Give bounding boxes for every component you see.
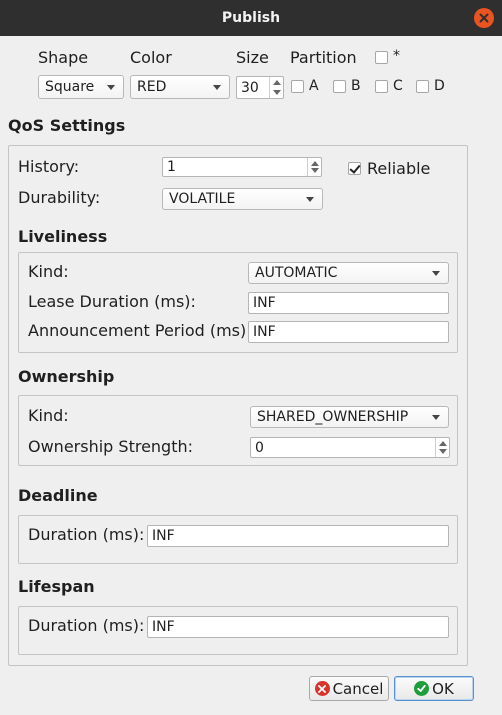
ok-button-label: OK xyxy=(432,679,454,698)
partition-c-label: C xyxy=(393,78,403,94)
durability-select[interactable]: VOLATILE xyxy=(162,188,323,210)
spin-up-icon[interactable] xyxy=(439,441,447,446)
color-select-value: RED xyxy=(137,79,167,95)
chevron-down-icon xyxy=(213,85,221,90)
reliable-checkbox[interactable] xyxy=(348,162,361,175)
size-spin-buttons[interactable] xyxy=(269,77,283,98)
durability-select-value: VOLATILE xyxy=(169,191,236,207)
ownership-strength-spin-buttons[interactable] xyxy=(435,438,449,457)
ownership-strength-value: 0 xyxy=(255,439,264,456)
shape-select-value: Square xyxy=(45,79,95,95)
cancel-button[interactable]: Cancel xyxy=(309,676,389,701)
cancel-icon xyxy=(314,681,330,696)
spin-up-icon[interactable] xyxy=(273,80,281,85)
history-label: History: xyxy=(18,157,80,176)
liveliness-kind-label: Kind: xyxy=(28,262,69,281)
deadline-duration-input[interactable]: INF xyxy=(147,525,449,547)
partition-c-checkbox[interactable] xyxy=(375,80,388,93)
lease-duration-label: Lease Duration (ms): xyxy=(28,292,196,311)
chevron-down-icon xyxy=(432,271,440,276)
lifespan-duration-input[interactable]: INF xyxy=(147,616,449,638)
lease-duration-input[interactable]: INF xyxy=(248,292,449,314)
window-title: Publish xyxy=(221,10,281,26)
partition-d-label: D xyxy=(434,78,445,94)
spin-up-icon[interactable] xyxy=(311,161,319,166)
close-icon xyxy=(479,13,489,23)
size-label: Size xyxy=(236,48,269,67)
ownership-title: Ownership xyxy=(18,367,115,386)
partition-b-label: B xyxy=(351,78,361,94)
shape-label: Shape xyxy=(38,48,89,67)
history-spinbox[interactable]: 1 xyxy=(162,157,322,177)
ownership-kind-select[interactable]: SHARED_OWNERSHIP xyxy=(250,406,449,428)
lifespan-title: Lifespan xyxy=(18,577,95,596)
history-value: 1 xyxy=(167,159,176,175)
partition-star-label: * xyxy=(393,48,400,64)
durability-label: Durability: xyxy=(18,188,101,207)
window-titlebar: Publish xyxy=(0,0,502,36)
partition-d-checkbox[interactable] xyxy=(416,80,429,93)
liveliness-title: Liveliness xyxy=(18,227,108,246)
announcement-period-value: INF xyxy=(253,324,276,340)
spin-down-icon[interactable] xyxy=(439,449,447,454)
history-spin-buttons[interactable] xyxy=(307,158,321,176)
ownership-strength-spinbox[interactable]: 0 xyxy=(250,437,450,458)
lifespan-duration-value: INF xyxy=(152,619,175,635)
partition-star-checkbox[interactable] xyxy=(375,51,388,64)
ownership-strength-label: Ownership Strength: xyxy=(28,437,194,456)
liveliness-kind-select[interactable]: AUTOMATIC xyxy=(248,262,449,284)
color-label: Color xyxy=(130,48,172,67)
partition-label: Partition xyxy=(290,48,357,67)
qos-settings-title: QoS Settings xyxy=(8,116,126,135)
announcement-period-input[interactable]: INF xyxy=(248,321,449,343)
partition-a-checkbox[interactable] xyxy=(291,80,304,93)
shape-select[interactable]: Square xyxy=(38,75,124,99)
ownership-kind-value: SHARED_OWNERSHIP xyxy=(257,409,409,425)
color-select[interactable]: RED xyxy=(130,75,230,99)
chevron-down-icon xyxy=(432,415,440,420)
chevron-down-icon xyxy=(306,197,314,202)
lease-duration-value: INF xyxy=(253,295,276,311)
cancel-button-label: Cancel xyxy=(332,679,384,698)
ok-button[interactable]: OK xyxy=(394,676,474,701)
deadline-title: Deadline xyxy=(18,486,98,505)
partition-b-checkbox[interactable] xyxy=(333,80,346,93)
spin-down-icon[interactable] xyxy=(311,168,319,173)
chevron-down-icon xyxy=(107,85,115,90)
ownership-kind-label: Kind: xyxy=(28,406,69,425)
check-icon xyxy=(414,681,430,696)
size-value: 30 xyxy=(241,79,259,96)
lifespan-duration-label: Duration (ms): xyxy=(28,616,145,635)
partition-a-label: A xyxy=(309,78,319,94)
deadline-duration-value: INF xyxy=(152,528,175,544)
deadline-duration-label: Duration (ms): xyxy=(28,525,145,544)
close-button[interactable] xyxy=(474,8,494,28)
liveliness-kind-value: AUTOMATIC xyxy=(255,265,338,281)
reliable-label: Reliable xyxy=(367,159,431,178)
spin-down-icon[interactable] xyxy=(273,90,281,95)
size-spinbox[interactable]: 30 xyxy=(236,76,284,99)
announcement-period-label: Announcement Period (ms): xyxy=(28,321,252,340)
